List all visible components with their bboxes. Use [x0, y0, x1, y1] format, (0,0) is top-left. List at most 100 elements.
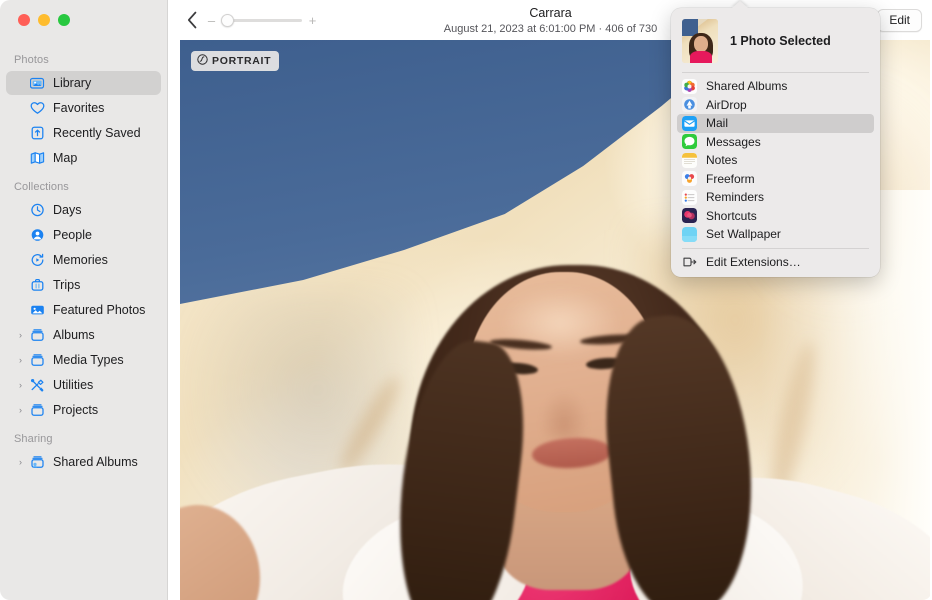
zoom-out-label[interactable]: –: [207, 14, 216, 27]
back-button[interactable]: [180, 8, 204, 32]
share-item-label: Messages: [706, 135, 761, 149]
chevron-right-icon[interactable]: ›: [14, 381, 27, 390]
portrait-badge[interactable]: PORTRAIT: [191, 51, 279, 71]
recently-saved-icon: [27, 126, 47, 140]
share-item-reminders[interactable]: Reminders: [677, 188, 874, 207]
sidebar-nav: Photos Library Favorites: [0, 48, 167, 475]
memories-icon: [27, 253, 47, 267]
sidebar: Photos Library Favorites: [0, 0, 168, 600]
share-item-label: Shared Albums: [706, 79, 787, 93]
suitcase-icon: [27, 278, 47, 292]
airdrop-icon: [682, 97, 697, 112]
share-item-airdrop[interactable]: AirDrop: [677, 96, 874, 115]
reminders-app-icon: [682, 190, 697, 205]
sidebar-item-favorites[interactable]: Favorites: [6, 96, 161, 120]
photos-app-icon: [682, 79, 697, 94]
sidebar-item-label: Favorites: [53, 101, 104, 115]
popover-arrow: [731, 1, 749, 9]
sidebar-item-projects[interactable]: › Projects: [6, 398, 161, 422]
maximize-window-button[interactable]: [58, 14, 70, 26]
sidebar-item-featured-photos[interactable]: Featured Photos: [6, 298, 161, 322]
sidebar-item-shared-albums[interactable]: › Shared Albums: [6, 450, 161, 474]
photos-app-window: Photos Library Favorites: [0, 0, 932, 600]
chevron-right-icon[interactable]: ›: [14, 458, 27, 467]
zoom-slider[interactable]: – +: [207, 11, 317, 29]
share-item-label: Notes: [706, 153, 737, 167]
sidebar-item-label: People: [53, 228, 92, 242]
wallpaper-icon: [682, 227, 697, 242]
person-nose: [540, 390, 588, 438]
sidebar-item-label: Projects: [53, 403, 98, 417]
zoom-slider-knob[interactable]: [221, 14, 234, 27]
zoom-slider-track[interactable]: [222, 19, 302, 22]
clock-icon: [27, 203, 47, 217]
freeform-app-icon: [682, 171, 697, 186]
heart-icon: [27, 101, 47, 115]
sidebar-item-map[interactable]: Map: [6, 146, 161, 170]
share-item-shortcuts[interactable]: Shortcuts: [677, 207, 874, 226]
sidebar-item-albums[interactable]: › Albums: [6, 323, 161, 347]
album-icon: [27, 403, 47, 417]
share-item-label: AirDrop: [706, 98, 747, 112]
sidebar-item-memories[interactable]: Memories: [6, 248, 161, 272]
utilities-icon: [27, 378, 47, 392]
share-menu-header: 1 Photo Selected: [671, 13, 880, 72]
share-item-mail[interactable]: Mail: [677, 114, 874, 133]
sidebar-item-label: Featured Photos: [53, 303, 145, 317]
person-circle-icon: [27, 228, 47, 242]
share-item-label: Edit Extensions…: [706, 255, 801, 269]
photos-library-icon: [27, 76, 47, 90]
share-item-shared-albums[interactable]: Shared Albums: [677, 77, 874, 96]
sidebar-section-header-photos: Photos: [0, 48, 167, 70]
sidebar-item-label: Shared Albums: [53, 455, 138, 469]
share-item-label: Set Wallpaper: [706, 227, 781, 241]
extensions-icon: [682, 254, 697, 269]
sidebar-item-label: Media Types: [53, 353, 124, 367]
share-item-label: Mail: [706, 116, 728, 130]
share-item-notes[interactable]: Notes: [677, 151, 874, 170]
zoom-in-label[interactable]: +: [308, 14, 317, 27]
content-area: – + Carrara August 21, 2023 at 6:01:00 P…: [169, 0, 932, 600]
portrait-badge-label: PORTRAIT: [212, 55, 271, 67]
sidebar-item-utilities[interactable]: › Utilities: [6, 373, 161, 397]
sidebar-item-label: Days: [53, 203, 81, 217]
album-icon: [27, 353, 47, 367]
sidebar-item-days[interactable]: Days: [6, 198, 161, 222]
shortcuts-app-icon: [682, 208, 697, 223]
edit-button[interactable]: Edit: [877, 9, 922, 32]
share-item-edit-extensions[interactable]: Edit Extensions…: [677, 253, 874, 272]
sidebar-item-people[interactable]: People: [6, 223, 161, 247]
divider: [682, 72, 869, 73]
sidebar-item-label: Library: [53, 76, 91, 90]
aperture-icon: [197, 54, 208, 68]
mail-app-icon: [682, 116, 697, 131]
divider: [682, 248, 869, 249]
minimize-window-button[interactable]: [38, 14, 50, 26]
notes-app-icon: [682, 153, 697, 168]
sidebar-item-label: Recently Saved: [53, 126, 141, 140]
sidebar-item-label: Map: [53, 151, 77, 165]
sidebar-item-library[interactable]: Library: [6, 71, 161, 95]
sidebar-item-media-types[interactable]: › Media Types: [6, 348, 161, 372]
sidebar-item-label: Memories: [53, 253, 108, 267]
share-item-label: Shortcuts: [706, 209, 757, 223]
sidebar-item-recently-saved[interactable]: Recently Saved: [6, 121, 161, 145]
messages-app-icon: [682, 134, 697, 149]
chevron-right-icon[interactable]: ›: [14, 331, 27, 340]
close-window-button[interactable]: [18, 14, 30, 26]
chevron-right-icon[interactable]: ›: [14, 356, 27, 365]
share-item-freeform[interactable]: Freeform: [677, 170, 874, 189]
share-item-set-wallpaper[interactable]: Set Wallpaper: [677, 225, 874, 244]
sidebar-item-label: Utilities: [53, 378, 93, 392]
sidebar-item-trips[interactable]: Trips: [6, 273, 161, 297]
featured-photos-icon: [27, 303, 47, 317]
chevron-right-icon[interactable]: ›: [14, 406, 27, 415]
map-icon: [27, 151, 47, 165]
sidebar-item-label: Trips: [53, 278, 80, 292]
share-menu-title: 1 Photo Selected: [730, 34, 831, 48]
share-item-label: Freeform: [706, 172, 755, 186]
traffic-lights: [18, 14, 70, 26]
selected-photo-thumbnail: [682, 19, 718, 63]
album-icon: [27, 328, 47, 342]
share-item-messages[interactable]: Messages: [677, 133, 874, 152]
